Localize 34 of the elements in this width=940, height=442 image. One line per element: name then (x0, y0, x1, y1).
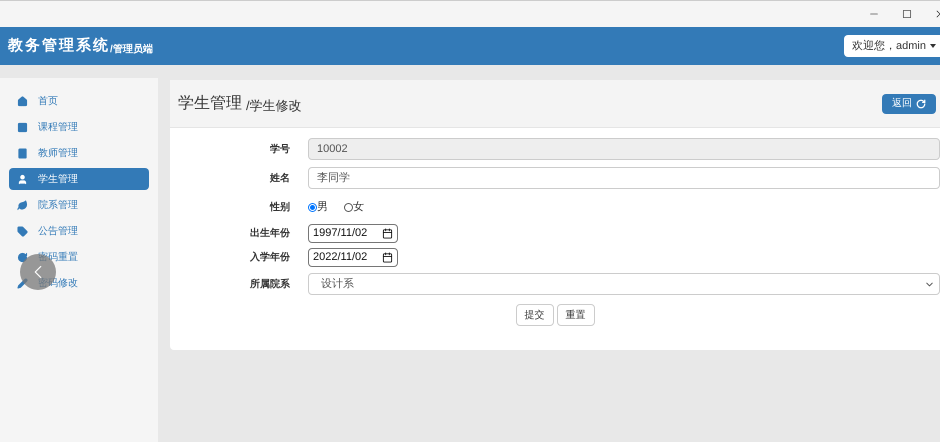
page-subtitle: /学生修改 (246, 97, 302, 115)
field-label: 学号 (269, 142, 290, 156)
user-menu-button[interactable]: 欢迎您，admin (844, 35, 940, 57)
date-field[interactable]: 1997/11/02 (308, 224, 398, 243)
form-button[interactable]: 提交 (516, 304, 554, 326)
page-title: 学生管理 (178, 94, 242, 114)
home-icon (17, 96, 28, 106)
radio-option[interactable]: 男 (308, 198, 328, 216)
sidebar-item[interactable]: 学生管理 (9, 168, 149, 190)
sidebar-item[interactable]: 课程管理 (9, 116, 149, 138)
app-title: 教务管理系统 (8, 36, 110, 56)
leaf-icon (17, 200, 28, 210)
sidebar-item[interactable]: 首页 (9, 90, 149, 112)
field-label: 出生年份 (249, 226, 290, 241)
caret-icon (930, 44, 936, 48)
select-field[interactable]: 设计系 (308, 273, 940, 295)
sidebar-item[interactable]: 院系管理 (9, 194, 149, 216)
sidebar-item[interactable]: 教师管理 (9, 142, 149, 164)
back-button[interactable]: 返回 (882, 94, 936, 114)
text-field[interactable]: 李同学 (308, 167, 940, 189)
field-label: 所属院系 (249, 278, 290, 292)
date-field[interactable]: 2022/11/02 (308, 248, 398, 267)
field-label: 姓名 (268, 172, 290, 186)
sidebar-item[interactable]: 公告管理 (9, 220, 149, 242)
calendar-icon (382, 252, 393, 263)
maximize-icon[interactable] (902, 9, 912, 19)
calendar-icon (382, 228, 393, 239)
user-icon (17, 174, 28, 184)
form-button[interactable]: 重置 (556, 304, 594, 326)
tag-icon (17, 226, 28, 236)
radio-option[interactable]: 女 (344, 198, 364, 216)
app-subtitle: /管理员端 (110, 42, 153, 58)
field-label: 性别 (268, 200, 290, 214)
field-label: 入学年份 (249, 250, 290, 265)
